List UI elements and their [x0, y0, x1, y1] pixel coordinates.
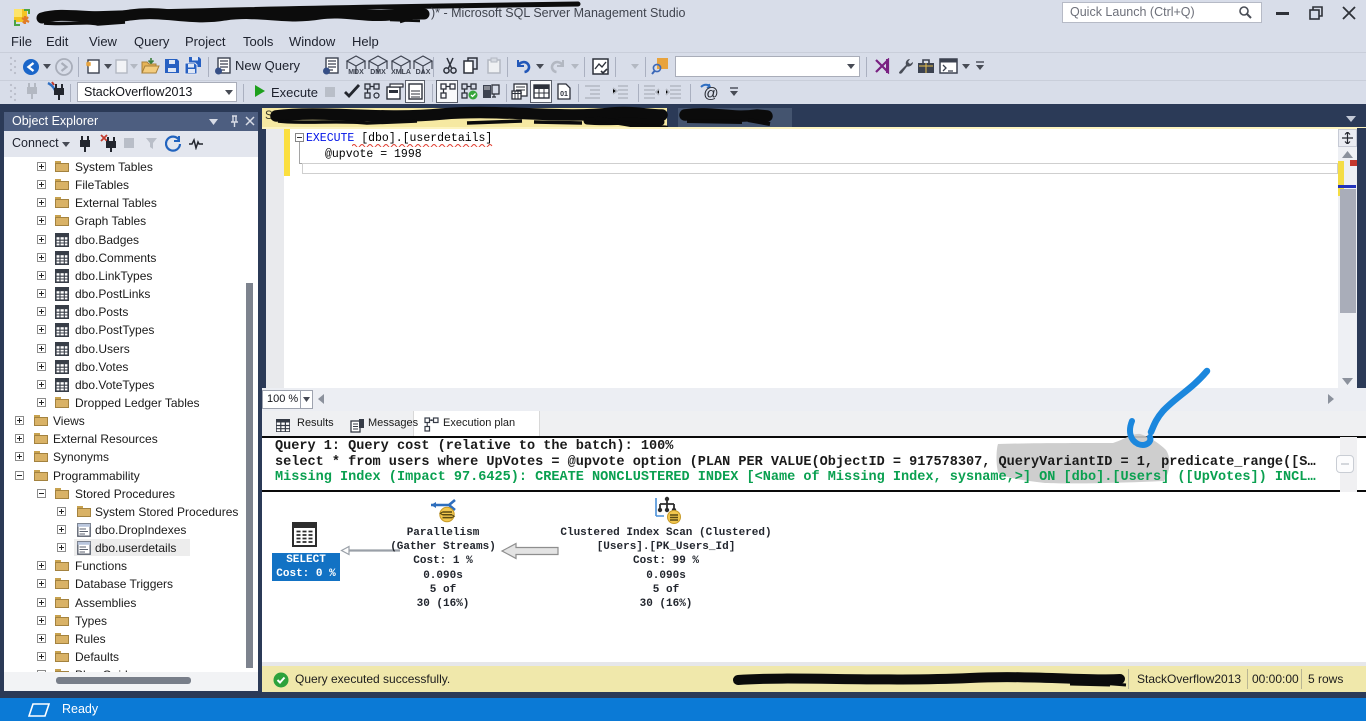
- svg-text:@: @: [703, 85, 718, 101]
- svg-text:01: 01: [560, 91, 568, 98]
- svg-text:DAX: DAX: [416, 69, 431, 76]
- svg-text:MDX: MDX: [348, 69, 364, 76]
- svg-text:XMLA: XMLA: [391, 69, 411, 76]
- svg-text:DMX: DMX: [370, 69, 386, 76]
